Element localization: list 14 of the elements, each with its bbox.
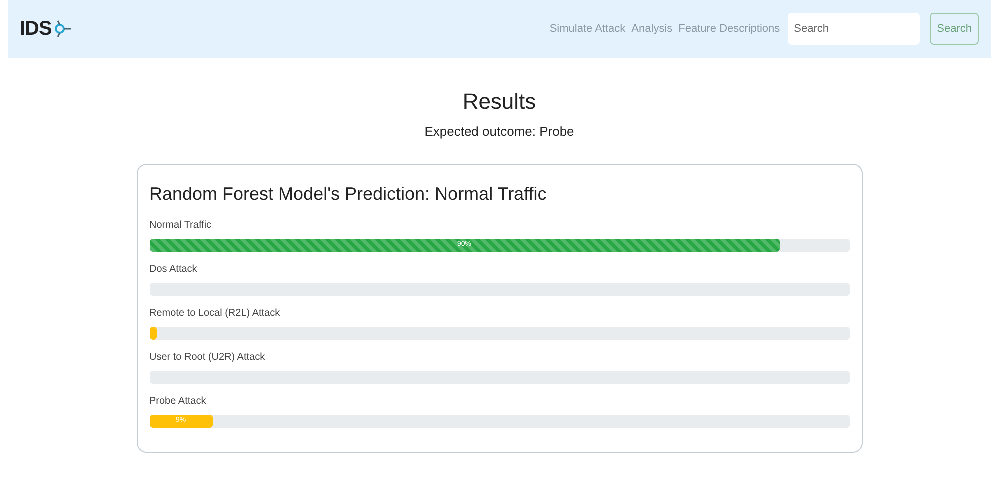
- nav-link[interactable]: Feature Descriptions: [678, 20, 780, 38]
- search-field[interactable]: Search: [788, 13, 920, 45]
- card-title: Random Forest Model's Prediction: Normal Traffic: [150, 182, 548, 206]
- brand-logo[interactable]: IDS: [20, 14, 52, 44]
- nav-link[interactable]: Analysis: [632, 20, 673, 38]
- page-heading: Results: [462, 88, 536, 116]
- bar-label: Dos Attack: [150, 262, 198, 276]
- bar-label: User to Root (U2R) Attack: [150, 350, 266, 364]
- bar-label: Probe Attack: [150, 394, 208, 408]
- search-button[interactable]: Search: [930, 13, 979, 45]
- expected-outcome: Expected outcome: Probe: [424, 123, 574, 141]
- bar-label: Remote to Local (R2L) Attack: [150, 306, 282, 320]
- nav-link[interactable]: Simulate Attack: [550, 20, 626, 38]
- bar-label: Normal Traffic: [150, 218, 213, 232]
